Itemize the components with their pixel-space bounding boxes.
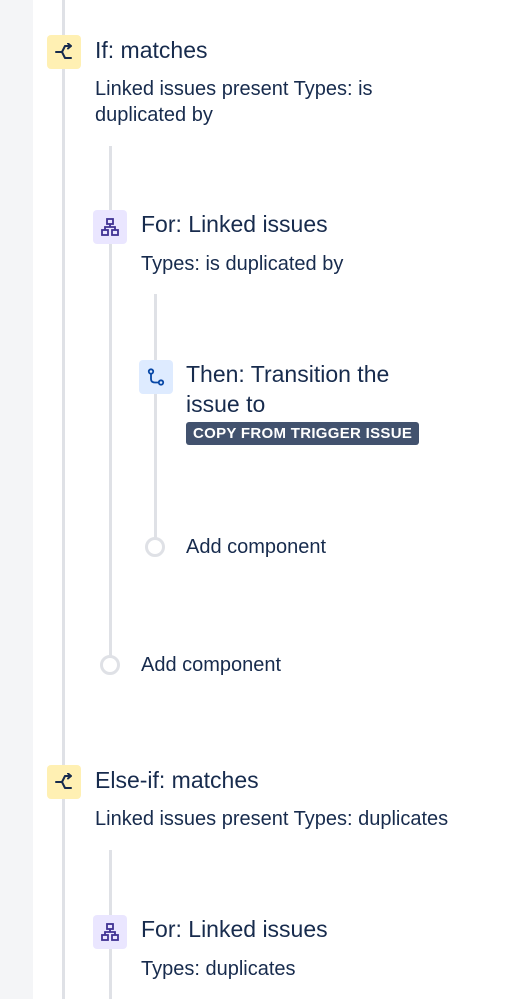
hierarchy-icon bbox=[93, 210, 127, 244]
transition-icon bbox=[139, 360, 173, 394]
add-component-node-icon bbox=[100, 655, 120, 675]
then-transition-title: Then: Transition the issue to bbox=[186, 361, 390, 417]
condition-branch-icon bbox=[47, 35, 81, 69]
if-condition-description: Linked issues present Types: is duplicat… bbox=[95, 78, 373, 126]
for-linked-issues-description: Types: is duplicated by bbox=[141, 253, 344, 275]
for-branch-line bbox=[154, 294, 157, 540]
hierarchy-icon bbox=[93, 915, 127, 949]
for-linked-issues-description: Types: duplicates bbox=[141, 958, 296, 980]
add-component-label: Add component bbox=[186, 536, 327, 558]
if-condition-title: If: matches bbox=[95, 37, 208, 63]
for-linked-issues-title: For: Linked issues bbox=[141, 916, 328, 942]
elseif-condition-description: Linked issues present Types: duplicates bbox=[95, 808, 449, 830]
add-component-label: Add component bbox=[141, 654, 282, 676]
condition-branch-icon bbox=[47, 765, 81, 799]
for-linked-issues-title: For: Linked issues bbox=[141, 211, 328, 237]
add-component-node-icon bbox=[145, 537, 165, 557]
copy-from-trigger-lozenge: COPY FROM TRIGGER ISSUE bbox=[186, 422, 420, 445]
elseif-condition-title: Else-if: matches bbox=[95, 767, 259, 793]
add-component-inner-button[interactable]: Add component bbox=[145, 534, 326, 560]
rule-editor-panel bbox=[33, 0, 530, 999]
add-component-outer-button[interactable]: Add component bbox=[100, 652, 281, 678]
main-rule-line bbox=[62, 0, 65, 999]
